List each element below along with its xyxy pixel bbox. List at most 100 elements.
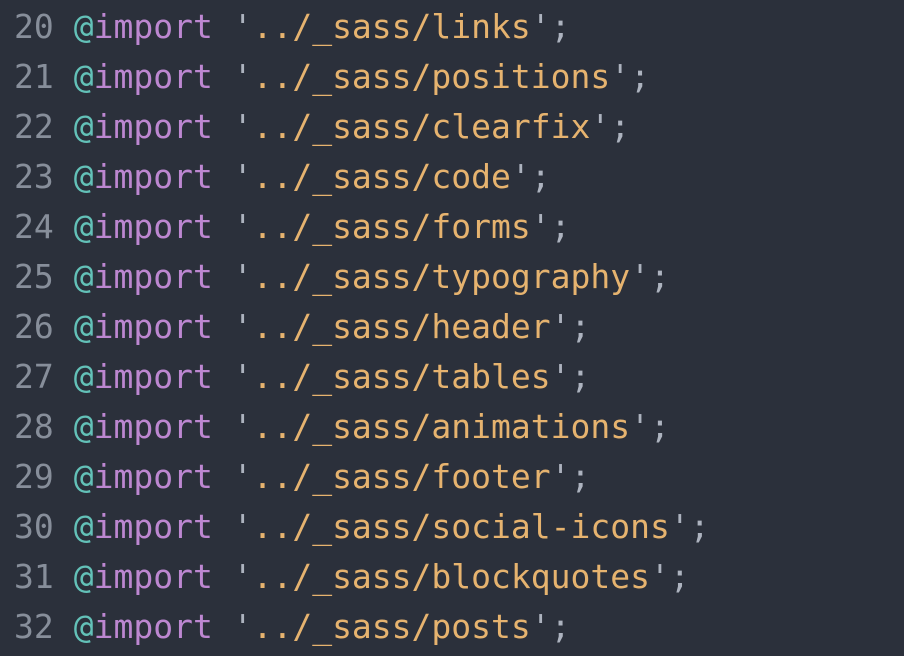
at-token: @ — [74, 107, 94, 146]
code-line[interactable]: @import '../_sass/links'; — [74, 2, 904, 52]
code-line[interactable]: @import '../_sass/forms'; — [74, 202, 904, 252]
at-token: @ — [74, 557, 94, 596]
space-token — [213, 257, 233, 296]
semicolon-token: ; — [551, 607, 571, 646]
quote-close-token: ' — [531, 207, 551, 246]
import-keyword: import — [94, 107, 213, 146]
import-path: ../_sass/posts — [253, 607, 531, 646]
code-area[interactable]: @import '../_sass/links';@import '../_sa… — [64, 0, 904, 656]
line-number: 30 — [14, 502, 54, 552]
line-number: 24 — [14, 202, 54, 252]
quote-close-token: ' — [630, 257, 650, 296]
import-path: ../_sass/tables — [253, 357, 551, 396]
at-token: @ — [74, 257, 94, 296]
import-keyword: import — [94, 207, 213, 246]
line-number: 26 — [14, 302, 54, 352]
space-token — [213, 7, 233, 46]
semicolon-token: ; — [650, 257, 670, 296]
line-number: 20 — [14, 2, 54, 52]
at-token: @ — [74, 57, 94, 96]
quote-open-token: ' — [233, 157, 253, 196]
import-path: ../_sass/code — [253, 157, 511, 196]
code-line[interactable]: @import '../_sass/header'; — [74, 302, 904, 352]
space-token — [213, 307, 233, 346]
import-path: ../_sass/animations — [253, 407, 631, 446]
semicolon-token: ; — [630, 57, 650, 96]
at-token: @ — [74, 207, 94, 246]
code-line[interactable]: @import '../_sass/posts'; — [74, 602, 904, 652]
line-number: 22 — [14, 102, 54, 152]
line-number: 32 — [14, 602, 54, 652]
import-path: ../_sass/social-icons — [253, 507, 670, 546]
semicolon-token: ; — [650, 407, 670, 446]
semicolon-token: ; — [531, 157, 551, 196]
quote-open-token: ' — [233, 357, 253, 396]
import-keyword: import — [94, 557, 213, 596]
space-token — [213, 107, 233, 146]
code-line[interactable]: @import '../_sass/clearfix'; — [74, 102, 904, 152]
space-token — [213, 557, 233, 596]
quote-open-token: ' — [233, 107, 253, 146]
quote-close-token: ' — [551, 357, 571, 396]
code-line[interactable]: @import '../_sass/animations'; — [74, 402, 904, 452]
space-token — [213, 457, 233, 496]
semicolon-token: ; — [551, 207, 571, 246]
space-token — [213, 157, 233, 196]
line-number: 21 — [14, 52, 54, 102]
at-token: @ — [74, 457, 94, 496]
code-line[interactable]: @import '../_sass/positions'; — [74, 52, 904, 102]
import-keyword: import — [94, 507, 213, 546]
code-line[interactable]: @import '../_sass/blockquotes'; — [74, 552, 904, 602]
quote-close-token: ' — [531, 607, 551, 646]
at-token: @ — [74, 357, 94, 396]
space-token — [213, 57, 233, 96]
import-path: ../_sass/header — [253, 307, 551, 346]
import-keyword: import — [94, 607, 213, 646]
quote-close-token: ' — [630, 407, 650, 446]
semicolon-token: ; — [690, 507, 710, 546]
at-token: @ — [74, 307, 94, 346]
quote-close-token: ' — [531, 7, 551, 46]
code-line[interactable]: @import '../_sass/typography'; — [74, 252, 904, 302]
space-token — [213, 357, 233, 396]
quote-open-token: ' — [233, 257, 253, 296]
import-keyword: import — [94, 157, 213, 196]
code-line[interactable]: @import '../_sass/code'; — [74, 152, 904, 202]
import-keyword: import — [94, 307, 213, 346]
quote-close-token: ' — [551, 307, 571, 346]
code-editor[interactable]: 20212223242526272829303132 @import '../_… — [0, 0, 904, 656]
import-path: ../_sass/clearfix — [253, 107, 591, 146]
code-line[interactable]: @import '../_sass/tables'; — [74, 352, 904, 402]
semicolon-token: ; — [610, 107, 630, 146]
code-line[interactable]: @import '../_sass/social-icons'; — [74, 502, 904, 552]
import-keyword: import — [94, 457, 213, 496]
quote-open-token: ' — [233, 507, 253, 546]
quote-open-token: ' — [233, 57, 253, 96]
semicolon-token: ; — [570, 307, 590, 346]
space-token — [213, 407, 233, 446]
import-keyword: import — [94, 257, 213, 296]
semicolon-token: ; — [570, 457, 590, 496]
code-line[interactable]: @import '../_sass/footer'; — [74, 452, 904, 502]
quote-close-token: ' — [670, 507, 690, 546]
quote-close-token: ' — [551, 457, 571, 496]
quote-close-token: ' — [650, 557, 670, 596]
quote-close-token: ' — [590, 107, 610, 146]
import-path: ../_sass/positions — [253, 57, 611, 96]
space-token — [213, 207, 233, 246]
space-token — [213, 607, 233, 646]
at-token: @ — [74, 507, 94, 546]
quote-open-token: ' — [233, 7, 253, 46]
import-keyword: import — [94, 57, 213, 96]
semicolon-token: ; — [551, 7, 571, 46]
import-path: ../_sass/forms — [253, 207, 531, 246]
import-path: ../_sass/footer — [253, 457, 551, 496]
at-token: @ — [74, 157, 94, 196]
import-path: ../_sass/blockquotes — [253, 557, 650, 596]
semicolon-token: ; — [670, 557, 690, 596]
quote-close-token: ' — [511, 157, 531, 196]
line-number: 28 — [14, 402, 54, 452]
quote-open-token: ' — [233, 307, 253, 346]
quote-open-token: ' — [233, 407, 253, 446]
import-path: ../_sass/links — [253, 7, 531, 46]
